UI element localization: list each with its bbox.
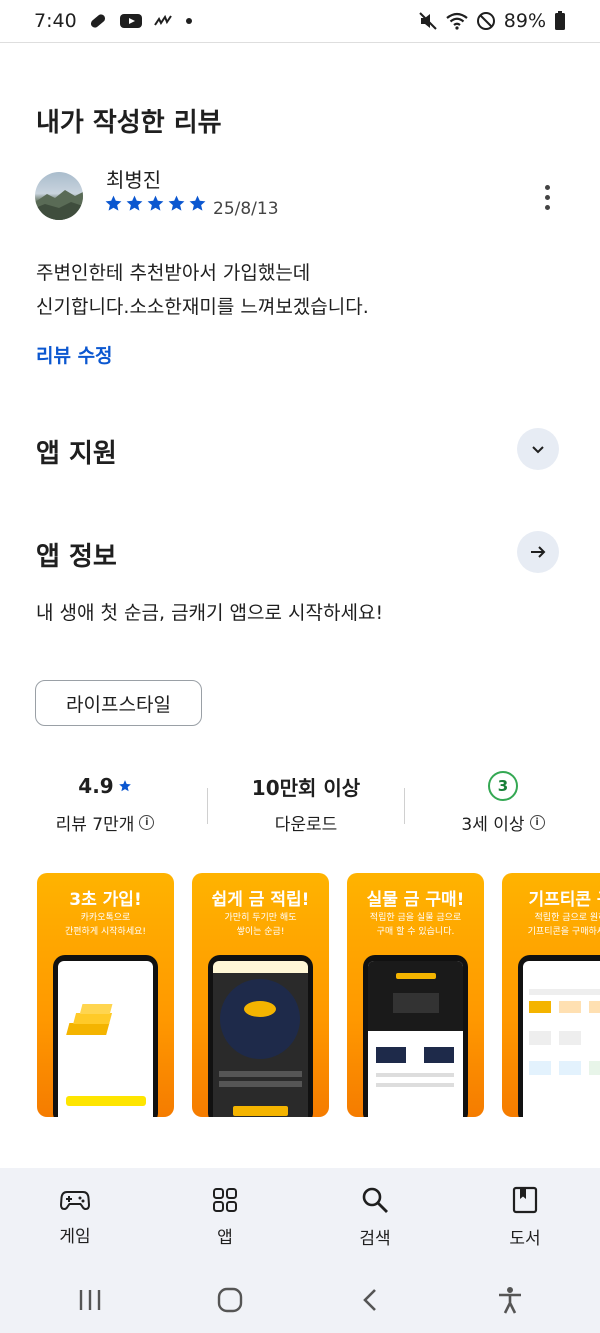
app-info-title: 앱 정보	[36, 542, 117, 572]
squiggle-icon	[153, 13, 175, 29]
gamepad-icon	[60, 1190, 90, 1210]
age-rating-badge: 3	[488, 771, 518, 801]
star-icon	[126, 195, 143, 211]
review-date: 25/8/13	[213, 199, 279, 219]
battery-icon	[554, 11, 566, 31]
avatar	[35, 172, 83, 220]
apps-grid-icon	[213, 1187, 237, 1212]
battery-percent: 89%	[503, 10, 546, 32]
review-text-line: 주변인한테 추천받아서 가입했는데	[36, 262, 311, 284]
screenshot-title: 기프티콘 구	[528, 890, 600, 910]
screenshot-card[interactable]: 3초 가입! 카카오톡으로 간편하게 시작하세요!	[37, 873, 174, 1117]
status-time: 7:40	[34, 10, 77, 32]
expand-app-support-button[interactable]	[517, 428, 559, 470]
screenshot-subtitle: 적립한 금으로 원하 기프티콘을 구매하세요	[527, 913, 600, 937]
star-icon	[118, 780, 131, 792]
star-icon	[189, 195, 206, 211]
app-info-arrow-button[interactable]	[517, 531, 559, 573]
nav-label: 앱	[217, 1227, 233, 1248]
downloads-value: 10만회 이상	[251, 775, 361, 800]
reviewer-name: 최병진	[106, 168, 162, 192]
more-dot-icon	[544, 194, 550, 200]
star-icon	[105, 195, 122, 211]
home-icon	[217, 1287, 243, 1312]
rating-stat[interactable]: 4.9 리뷰 7만개 i	[5, 768, 205, 835]
screenshot-card[interactable]: 기프티콘 구 적립한 금으로 원하 기프티콘을 구매하세요	[502, 873, 600, 1117]
chevron-down-icon	[532, 446, 544, 454]
nav-label: 검색	[359, 1228, 391, 1249]
screenshot-title: 3초 가입!	[69, 890, 142, 910]
app-stats: 4.9 리뷰 7만개 i 10만회 이상 다운로드 3 3세 이상 i	[0, 768, 600, 848]
book-icon	[512, 1186, 538, 1213]
pill-icon	[87, 10, 109, 32]
top-divider	[0, 42, 600, 43]
search-icon	[362, 1187, 388, 1213]
back-chevron-icon	[363, 1288, 376, 1311]
category-chip[interactable]: 라이프스타일	[35, 680, 202, 726]
more-dot-icon	[544, 204, 550, 210]
gold-bars-image	[66, 1004, 146, 1106]
gold-shop-image	[368, 961, 463, 1087]
youtube-icon	[119, 12, 143, 30]
mute-icon	[418, 11, 438, 31]
home-button[interactable]	[200, 1280, 260, 1320]
review-text: 주변인한테 추천받아서 가입했는데 신기합니다.소소한재미를 느껴보겠습니다.	[36, 256, 566, 324]
screenshot-subtitle: 적립한 금을 실물 금으로 구매 할 수 있습니다.	[369, 913, 462, 937]
info-icon: i	[529, 815, 545, 830]
age-rating-stat[interactable]: 3 3세 이상 i	[403, 768, 600, 835]
edit-review-link[interactable]: 리뷰 수정	[36, 341, 113, 368]
phone-mockup	[363, 955, 468, 1117]
downloads-label: 다운로드	[274, 815, 338, 835]
info-icon: i	[139, 815, 155, 830]
review-text-line: 신기합니다.소소한재미를 느껴보겠습니다.	[36, 296, 369, 318]
recent-apps-icon	[79, 1289, 101, 1310]
more-dot-icon	[544, 184, 550, 190]
phone-mockup	[518, 955, 600, 1117]
nav-label: 게임	[59, 1226, 91, 1247]
nav-item-games[interactable]: 게임	[0, 1168, 150, 1266]
accessibility-icon	[499, 1286, 521, 1314]
nav-item-apps[interactable]: 앱	[150, 1168, 300, 1266]
star-rating	[104, 194, 207, 213]
age-rating-label: 3세 이상	[461, 815, 525, 835]
gifticon-list-image	[529, 989, 600, 1075]
nav-item-books[interactable]: 도서	[450, 1168, 600, 1266]
back-button[interactable]	[340, 1280, 400, 1320]
screenshot-subtitle: 가만히 두기만 해도 쌓이는 순금!	[224, 913, 297, 937]
screenshot-card[interactable]: 쉽게 금 적립! 가만히 두기만 해도 쌓이는 순금!	[192, 873, 329, 1117]
star-icon	[147, 195, 164, 211]
app-support-title: 앱 지원	[36, 439, 117, 469]
status-bar: 7:40 89%	[0, 0, 600, 42]
wifi-icon	[446, 12, 468, 30]
accessibility-button[interactable]	[480, 1280, 540, 1320]
arrow-right-icon	[531, 546, 546, 558]
nav-item-search[interactable]: 검색	[300, 1168, 450, 1266]
app-description: 내 생애 첫 순금, 금캐기 앱으로 시작하세요!	[36, 602, 384, 624]
reviews-count: 리뷰 7만개	[55, 815, 135, 835]
more-options-button[interactable]	[532, 180, 562, 214]
screenshot-card[interactable]: 실물 금 구매! 적립한 금을 실물 금으로 구매 할 수 있습니다.	[347, 873, 484, 1117]
phone-mockup	[53, 955, 158, 1117]
my-review-title: 내가 작성한 리뷰	[36, 108, 222, 138]
screenshot-carousel[interactable]: 3초 가입! 카카오톡으로 간편하게 시작하세요! 쉽게 금 적립! 가만히 두…	[37, 873, 600, 1117]
phone-mockup	[208, 955, 313, 1117]
rating-value: 4.9	[78, 774, 114, 798]
system-navigation-bar	[0, 1266, 600, 1333]
bottom-navigation: 게임 앱 검색 도서	[0, 1168, 600, 1266]
downloads-stat: 10만회 이상 다운로드	[206, 768, 406, 836]
star-icon	[168, 195, 185, 211]
recent-apps-button[interactable]	[60, 1280, 120, 1320]
dot-icon	[185, 17, 193, 25]
screenshot-title: 실물 금 구매!	[366, 890, 465, 910]
screenshot-title: 쉽게 금 적립!	[211, 890, 310, 910]
gold-savings-image	[213, 961, 308, 1116]
nav-label: 도서	[509, 1228, 541, 1249]
screenshot-subtitle: 카카오톡으로 간편하게 시작하세요!	[65, 913, 146, 937]
dnd-icon	[476, 11, 496, 31]
